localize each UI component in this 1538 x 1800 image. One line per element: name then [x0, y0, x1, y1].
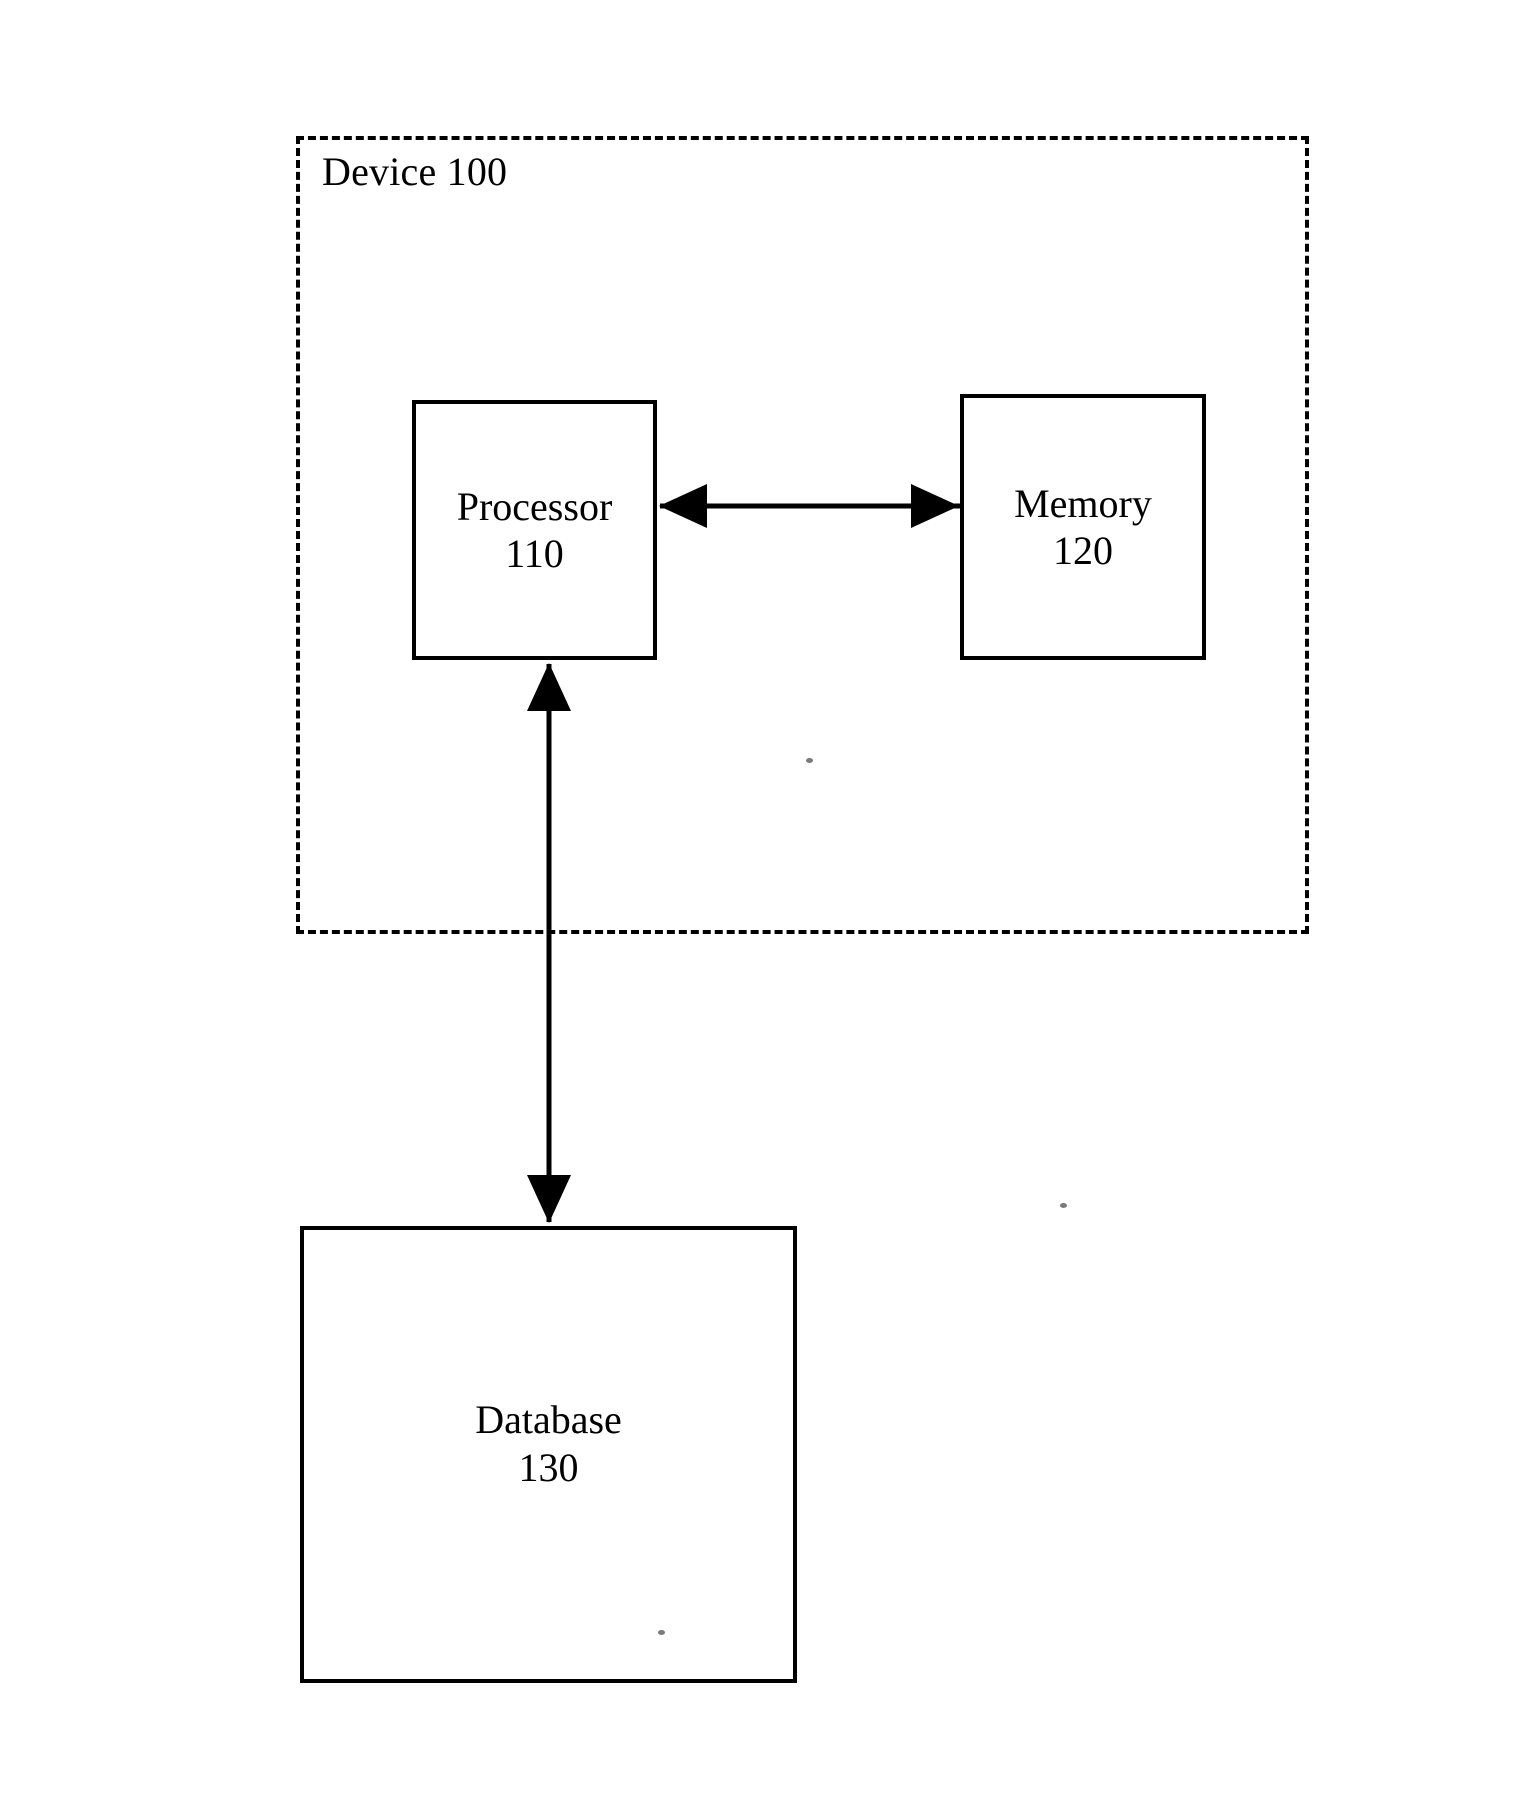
block-memory-number: 120	[1053, 528, 1113, 573]
scan-speck	[1060, 1203, 1067, 1208]
block-memory-name: Memory	[1014, 480, 1152, 526]
block-database-name: Database	[475, 1397, 622, 1443]
block-database-text: Database 130	[475, 1396, 622, 1490]
block-database: Database 130	[300, 1226, 797, 1683]
block-memory: Memory 120	[960, 394, 1206, 660]
block-processor-number: 110	[505, 531, 564, 576]
scan-speck	[658, 1630, 665, 1635]
block-processor: Processor 110	[412, 400, 657, 660]
block-database-number: 130	[518, 1444, 579, 1490]
device-boundary-label: Device 100	[322, 149, 508, 194]
block-processor-name: Processor	[456, 483, 613, 529]
scan-speck	[806, 758, 813, 763]
figure-canvas: Device 100 Processor 110 Memory 120 Data…	[0, 0, 1538, 1800]
